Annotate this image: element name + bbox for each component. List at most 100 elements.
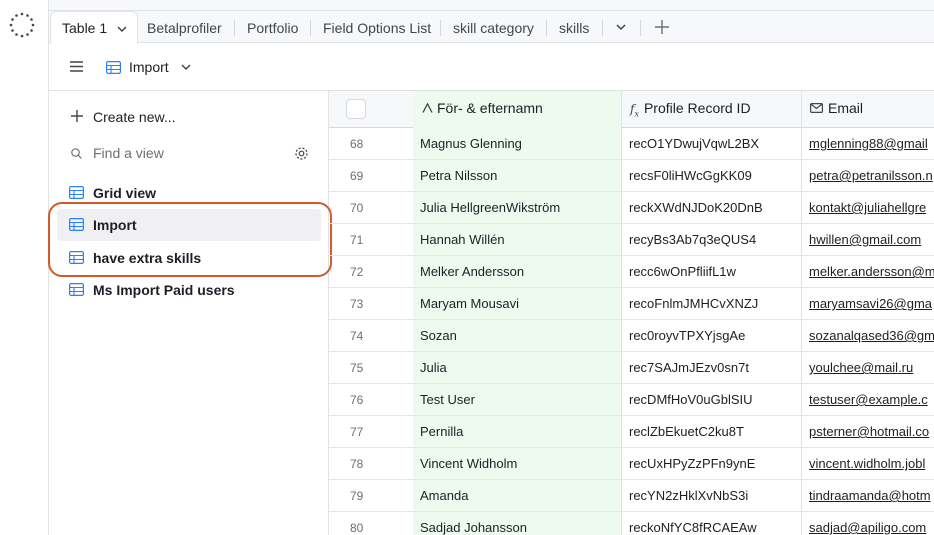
- table-row[interactable]: 73 Maryam Mousavi recoFnlmJMHCvXNZJ maryams…: [329, 288, 934, 320]
- grid-view-icon: [69, 186, 84, 199]
- view-toolbar: Import: [49, 44, 934, 91]
- chevron-down-icon[interactable]: [117, 26, 127, 33]
- view-menu-chevron-icon[interactable]: [181, 64, 191, 71]
- cell-email[interactable]: tindraamanda@hotm: [802, 480, 934, 511]
- cell-name[interactable]: Melker Andersson: [413, 256, 622, 287]
- cell-name[interactable]: Julia HellgreenWikström: [413, 192, 622, 223]
- cell-profile-record-id[interactable]: recDMfHoV0uGblSIU: [622, 384, 802, 415]
- primary-field-icon: [422, 102, 433, 113]
- row-number: 72: [350, 265, 364, 279]
- column-header-name[interactable]: För- & efternamn: [413, 91, 622, 128]
- row-number: 80: [350, 521, 364, 535]
- search-icon: [71, 148, 82, 159]
- column-header-email[interactable]: Email: [802, 91, 934, 128]
- grid-view-icon: [69, 283, 84, 296]
- table-row[interactable]: 68 Magnus Glenning recO1YDwujVqwL2BX mglenn…: [329, 128, 934, 160]
- row-number: 68: [350, 137, 364, 151]
- select-all-checkbox[interactable]: [346, 99, 366, 119]
- add-table-plus-icon[interactable]: [655, 20, 669, 34]
- cell-email[interactable]: vincent.widholm.jobl: [802, 448, 934, 479]
- cell-profile-record-id[interactable]: recO1YDwujVqwL2BX: [622, 128, 802, 159]
- cell-name[interactable]: Amanda: [413, 480, 622, 511]
- row-number: 78: [350, 457, 364, 471]
- tab-betalprofiler[interactable]: Betalprofiler: [147, 20, 222, 36]
- row-number: 69: [350, 169, 364, 183]
- row-number: 77: [350, 425, 364, 439]
- find-view-input[interactable]: Find a view: [93, 145, 164, 161]
- table-row[interactable]: 77 Pernilla reclZbEkuetC2ku8T psterner@hotm…: [329, 416, 934, 448]
- cell-name[interactable]: Test User: [413, 384, 622, 415]
- cell-email[interactable]: kontakt@juliahellgre: [802, 192, 934, 223]
- row-number: 79: [350, 489, 364, 503]
- cell-name[interactable]: Maryam Mousavi: [413, 288, 622, 319]
- row-number: 76: [350, 393, 364, 407]
- cell-email[interactable]: mglenning88@gmail: [802, 128, 934, 159]
- cell-profile-record-id[interactable]: recsF0liHWcGgKK09: [622, 160, 802, 191]
- cell-profile-record-id[interactable]: reckoNfYC8fRCAEAw: [622, 512, 802, 535]
- plus-icon: [71, 110, 83, 122]
- cell-name[interactable]: Hannah Willén: [413, 224, 622, 255]
- sidebar-toggle-hamburger-icon[interactable]: [70, 61, 83, 72]
- cell-profile-record-id[interactable]: reclZbEkuetC2ku8T: [622, 416, 802, 447]
- cell-profile-record-id[interactable]: rec7SAJmJEzv0sn7t: [622, 352, 802, 383]
- more-tabs-chevron-icon[interactable]: [616, 24, 626, 31]
- tab-table-1[interactable]: Table 1: [50, 11, 139, 44]
- cell-profile-record-id[interactable]: recYN2zHklXvNbS3i: [622, 480, 802, 511]
- cell-email[interactable]: hwillen@gmail.com: [802, 224, 934, 255]
- sidebar-view-ms-import-paid-users[interactable]: Ms Import Paid users: [57, 274, 321, 306]
- loading-spinner-icon: [9, 12, 35, 38]
- tab-field-options-list[interactable]: Field Options List: [323, 20, 431, 36]
- table-row[interactable]: 80 Sadjad Johansson reckoNfYC8fRCAEAw sadja…: [329, 512, 934, 535]
- cell-profile-record-id[interactable]: rec0royvTPXYjsgAe: [622, 320, 802, 351]
- tab-skills[interactable]: skills: [559, 20, 589, 36]
- cell-name[interactable]: Pernilla: [413, 416, 622, 447]
- grid-header: För- & efternamn fx Profile Record ID Ema…: [329, 91, 934, 128]
- find-view-search[interactable]: Find a view: [57, 137, 321, 169]
- cell-profile-record-id[interactable]: reckXWdNJDoK20DnB: [622, 192, 802, 223]
- cell-email[interactable]: youlchee@mail.ru: [802, 352, 934, 383]
- current-view-name[interactable]: Import: [129, 59, 169, 75]
- table-row[interactable]: 70 Julia HellgreenWikström reckXWdNJDoK20D…: [329, 192, 934, 224]
- cell-email[interactable]: petra@petranilsson.n: [802, 160, 934, 191]
- table-row[interactable]: 79 Amanda recYN2zHklXvNbS3i tindraamanda@ho…: [329, 480, 934, 512]
- tab-skill-category[interactable]: skill category: [453, 20, 534, 36]
- email-envelope-icon: [810, 103, 824, 114]
- cell-name[interactable]: Petra Nilsson: [413, 160, 622, 191]
- annotation-highlight-outline: [48, 202, 332, 277]
- cell-name[interactable]: Vincent Widholm: [413, 448, 622, 479]
- cell-email[interactable]: sozanalqased36@gm: [802, 320, 934, 351]
- cell-email[interactable]: maryamsavi26@gma: [802, 288, 934, 319]
- table-row[interactable]: 74 Sozan rec0royvTPXYjsgAe sozanalqased36@g…: [329, 320, 934, 352]
- create-new-view-button[interactable]: Create new...: [57, 101, 321, 133]
- row-number: 75: [350, 361, 364, 375]
- app-rail: [0, 0, 49, 535]
- cell-name[interactable]: Magnus Glenning: [413, 128, 622, 159]
- cell-profile-record-id[interactable]: recc6wOnPfliifL1w: [622, 256, 802, 287]
- cell-name[interactable]: Julia: [413, 352, 622, 383]
- tab-portfolio[interactable]: Portfolio: [247, 20, 298, 36]
- formula-fx-icon: fx: [630, 102, 639, 119]
- table-row[interactable]: 72 Melker Andersson recc6wOnPfliifL1w melke…: [329, 256, 934, 288]
- records-grid: För- & efternamn fx Profile Record ID Ema…: [329, 91, 934, 535]
- table-row[interactable]: 71 Hannah Willén recyBs3Ab7q3eQUS4 hwillen@…: [329, 224, 934, 256]
- cell-profile-record-id[interactable]: recyBs3Ab7q3eQUS4: [622, 224, 802, 255]
- row-number: 70: [350, 201, 364, 215]
- table-row[interactable]: 76 Test User recDMfHoV0uGblSIU testuser@exa…: [329, 384, 934, 416]
- row-number: 71: [350, 233, 364, 247]
- table-row[interactable]: 69 Petra Nilsson recsF0liHWcGgKK09 petra@pe…: [329, 160, 934, 192]
- cell-name[interactable]: Sadjad Johansson: [413, 512, 622, 535]
- cell-name[interactable]: Sozan: [413, 320, 622, 351]
- table-row[interactable]: 75 Julia rec7SAJmJEzv0sn7t youlchee@mail.ru: [329, 352, 934, 384]
- cell-profile-record-id[interactable]: recoFnlmJMHCvXNZJ: [622, 288, 802, 319]
- cell-email[interactable]: psterner@hotmail.co: [802, 416, 934, 447]
- grid-view-icon: [106, 61, 121, 74]
- row-number: 73: [350, 297, 364, 311]
- cell-profile-record-id[interactable]: recUxHPyZzPFn9ynE: [622, 448, 802, 479]
- cell-email[interactable]: testuser@example.c: [802, 384, 934, 415]
- cell-email[interactable]: sadjad@apiligo.com: [802, 512, 934, 535]
- row-number: 74: [350, 329, 364, 343]
- table-row[interactable]: 78 Vincent Widholm recUxHPyZzPFn9ynE vincen…: [329, 448, 934, 480]
- cell-email[interactable]: melker.andersson@m: [802, 256, 934, 287]
- gear-icon[interactable]: [294, 146, 309, 161]
- column-header-profile-record-id[interactable]: fx Profile Record ID: [622, 91, 802, 128]
